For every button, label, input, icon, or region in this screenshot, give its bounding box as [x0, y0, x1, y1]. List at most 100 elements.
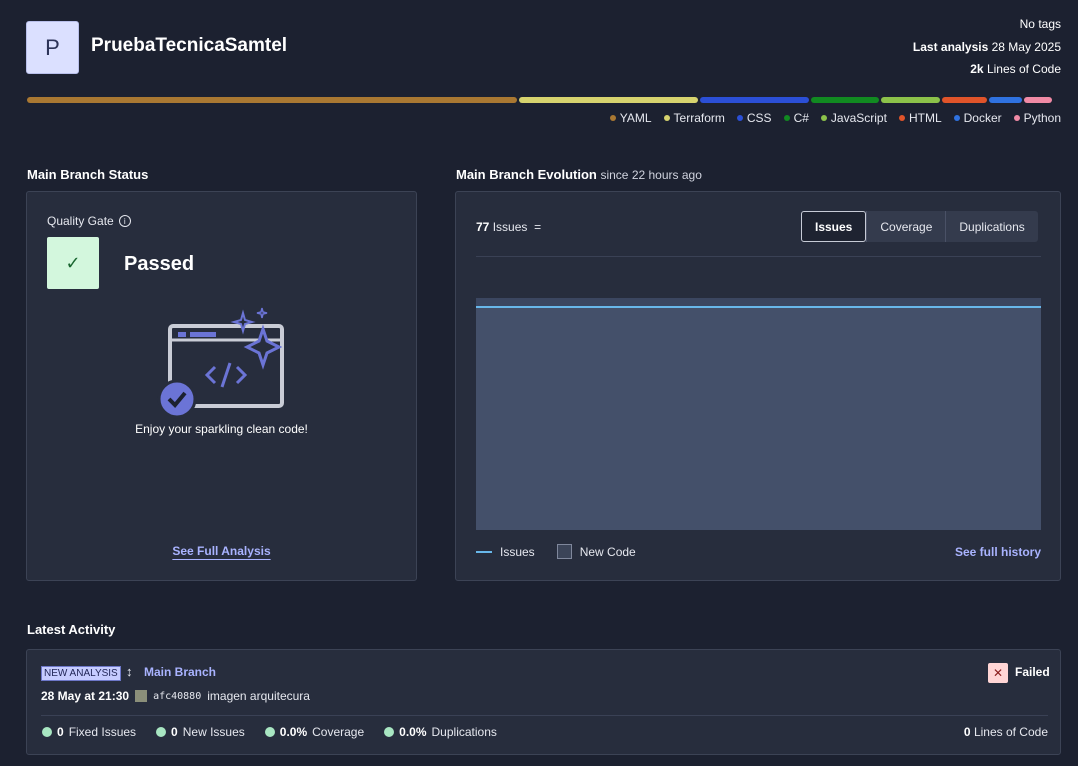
language-dot-icon	[663, 115, 670, 121]
language-legend-item: Python	[1013, 111, 1061, 125]
status-dot-icon	[264, 727, 275, 737]
divider	[476, 256, 1041, 257]
metric-duplications: 0.0% Duplications	[384, 725, 497, 739]
activity-divider	[41, 715, 1048, 716]
see-full-analysis-link[interactable]: See Full Analysis	[172, 544, 270, 558]
language-legend-item: Docker	[953, 111, 1002, 125]
language-dot-icon	[783, 115, 790, 121]
branch-icon: ↕	[126, 664, 133, 679]
language-legend-item: YAML	[609, 111, 652, 125]
project-avatar: P	[26, 21, 79, 74]
metric-label: Fixed Issues	[68, 725, 137, 739]
language-legend-item: CSS	[736, 111, 772, 125]
activity-loc-label: Lines of Code	[973, 725, 1048, 739]
status-dot-icon	[384, 727, 395, 737]
language-name: YAML	[619, 111, 652, 125]
language-segment-yaml	[27, 97, 517, 103]
activity-status: Failed	[1015, 665, 1050, 679]
language-legend-item: HTML	[898, 111, 942, 125]
tab-issues[interactable]: Issues	[801, 211, 867, 242]
language-segment-python	[1024, 97, 1052, 103]
language-dot-icon	[1013, 115, 1020, 121]
last-analysis-date: 28 May 2025	[991, 40, 1061, 54]
metric-value: 0.0%	[399, 725, 427, 739]
issues-series-line	[476, 306, 1041, 308]
quality-gate-text: Quality Gate	[47, 214, 114, 228]
language-segment-javascript	[881, 97, 940, 103]
language-dot-icon	[736, 115, 743, 121]
metric-value: 0	[57, 725, 64, 739]
chart-band	[476, 298, 1041, 306]
chart-legend: Issues New Code	[476, 544, 636, 559]
status-dot-icon	[42, 727, 52, 737]
new-code-legend-swatch	[556, 544, 572, 559]
language-name: Python	[1023, 111, 1061, 125]
project-name: PruebaTecnicaSamtel	[91, 35, 288, 56]
activity-metrics: 0 Fixed Issues 0 New Issues 0.0% Coverag…	[42, 725, 497, 739]
language-segment-html	[942, 97, 987, 103]
language-name: Terraform	[673, 111, 725, 125]
failed-x-icon: ✕	[988, 663, 1008, 683]
status-dot-icon	[156, 727, 167, 737]
clean-code-message: Enjoy your sparkling clean code!	[135, 422, 308, 436]
commit-message: imagen arquitecura	[207, 689, 310, 703]
language-dot-icon	[820, 115, 827, 121]
activity-loc-value: 0	[963, 725, 971, 739]
issues-count-label: Issues	[492, 220, 528, 234]
language-name: CSS	[746, 111, 772, 125]
evolution-since: since 22 hours ago	[600, 168, 702, 182]
language-legend-item: JavaScript	[820, 111, 887, 125]
language-dot-icon	[898, 115, 905, 121]
language-segment-c	[811, 97, 879, 103]
tags-label[interactable]: No tags	[1020, 17, 1061, 31]
quality-gate-label: Quality Gate i	[47, 214, 131, 228]
lines-of-code: 2k Lines of Code	[970, 62, 1061, 76]
see-full-history-link[interactable]: See full history	[955, 545, 1041, 559]
issues-legend-swatch	[476, 550, 492, 553]
last-analysis: Last analysis 28 May 2025	[913, 40, 1061, 54]
metric-new-issues: 0 New Issues	[156, 725, 245, 739]
issues-legend-label: Issues	[500, 544, 535, 559]
activity-date: 28 May at 21:30	[41, 689, 130, 703]
tab-coverage[interactable]: Coverage	[866, 211, 945, 242]
language-name: C#	[793, 111, 809, 125]
metric-value: 0	[171, 725, 178, 739]
loc-value: 2k	[970, 62, 984, 76]
commit-avatar-icon	[135, 690, 148, 702]
metric-label: New Issues	[182, 725, 245, 739]
language-legend: YAML Terraform CSS C# JavaScript HTML Docker Py…	[609, 111, 1061, 125]
main-branch-status-title: Main Branch Status	[27, 167, 149, 182]
language-name: JavaScript	[830, 111, 887, 125]
language-segment-css	[700, 97, 809, 103]
issues-count: 77 Issues =	[476, 220, 541, 234]
evolution-title-text: Main Branch Evolution	[456, 167, 597, 182]
issues-count-value: 77	[476, 220, 490, 234]
equal-icon: =	[530, 220, 542, 234]
language-name: HTML	[908, 111, 942, 125]
activity-lines-of-code: 0 Lines of Code	[964, 725, 1048, 739]
main-branch-link[interactable]: Main Branch	[144, 665, 216, 679]
passed-check-icon: ✓	[47, 237, 99, 289]
evolution-title: Main Branch Evolution since 22 hours ago	[456, 167, 702, 182]
metric-label: Coverage	[312, 725, 365, 739]
loc-label: Lines of Code	[986, 62, 1061, 76]
metric-value: 0.0%	[279, 725, 308, 739]
commit-sha[interactable]: afc40880	[153, 691, 201, 702]
info-icon[interactable]: i	[118, 215, 131, 227]
last-analysis-label: Last analysis	[912, 40, 989, 54]
language-legend-item: Terraform	[663, 111, 725, 125]
language-legend-item: C#	[783, 111, 809, 125]
quality-gate-status: Passed	[124, 253, 195, 275]
language-segment-terraform	[519, 97, 698, 103]
new-code-legend-label: New Code	[579, 544, 636, 559]
evolution-tabs: Issues Coverage Duplications	[801, 211, 1038, 242]
language-dot-icon	[953, 115, 960, 121]
new-analysis-badge: NEW ANALYSIS	[41, 666, 121, 681]
language-distribution-bar	[27, 97, 1061, 103]
see-full-analysis-container: See Full Analysis	[27, 544, 416, 558]
language-segment-docker	[989, 97, 1022, 103]
tab-duplications[interactable]: Duplications	[945, 211, 1037, 242]
language-name: Docker	[963, 111, 1002, 125]
latest-activity-title: Latest Activity	[27, 622, 116, 637]
metric-coverage: 0.0% Coverage	[264, 725, 365, 739]
